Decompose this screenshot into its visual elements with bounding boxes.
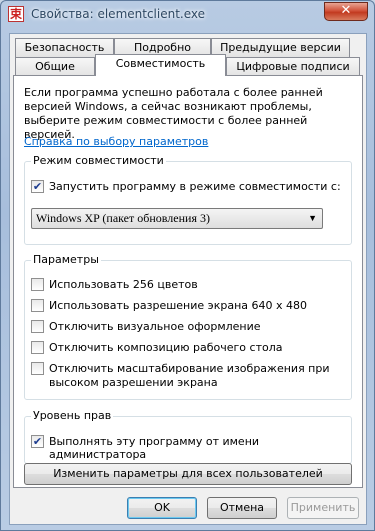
setting-256-colors-label: Использовать 256 цветов [49, 278, 198, 291]
compat-mode-title: Режим совместимости [31, 154, 166, 167]
setting-640x480-checkbox[interactable] [31, 299, 44, 312]
settings-group: Параметры Использовать 256 цветов Исполь… [24, 253, 352, 400]
tab-compatibility[interactable]: Совместимость [95, 54, 226, 76]
window-title: Свойства: elementclient.exe [31, 7, 206, 21]
run-as-admin-checkbox[interactable]: ✔ [31, 435, 44, 448]
dialog-client: Безопасность Подробно Предыдущие версии … [9, 33, 367, 525]
tab-general[interactable]: Общие [15, 57, 95, 76]
setting-640x480[interactable]: Использовать разрешение экрана 640 x 480 [31, 299, 307, 312]
compatibility-panel: Если программа успешно работала с более … [13, 75, 363, 488]
run-as-admin-row[interactable]: ✔ Выполнять эту программу от имени админ… [31, 435, 351, 461]
intro-text: Если программа успешно работала с более … [24, 86, 323, 141]
setting-disable-dpi-scaling[interactable]: Отключить масштабирование изображения пр… [31, 362, 331, 390]
properties-window: 束 Свойства: elementclient.exe ✕ Безопасн… [0, 0, 375, 531]
tab-digital-signatures[interactable]: Цифровые подписи [226, 57, 360, 76]
setting-disable-themes-label: Отключить визуальное оформление [49, 320, 261, 333]
os-version-value: Windows XP (пакет обновления 3) [36, 211, 210, 225]
chevron-down-icon: ▼ [308, 213, 317, 223]
ok-button[interactable]: OK [127, 497, 197, 519]
help-link[interactable]: Справка по выбору параметров [24, 135, 208, 148]
compat-mode-checkbox-row[interactable]: ✔ Запустить программу в режиме совместим… [31, 180, 341, 193]
compat-mode-group: Режим совместимости ✔ Запустить программ… [24, 154, 352, 245]
apply-button[interactable]: Применить [287, 497, 359, 519]
setting-disable-dpi-scaling-checkbox[interactable] [31, 362, 44, 375]
app-icon: 束 [8, 6, 24, 22]
setting-disable-composition-label: Отключить композицию рабочего стола [49, 341, 283, 354]
compat-mode-checkbox-label: Запустить программу в режиме совместимос… [49, 180, 341, 193]
change-all-users-button[interactable]: Изменить параметры для всех пользователе… [24, 463, 352, 485]
settings-title: Параметры [31, 253, 101, 266]
setting-256-colors[interactable]: Использовать 256 цветов [31, 278, 198, 291]
setting-disable-themes[interactable]: Отключить визуальное оформление [31, 320, 261, 333]
cancel-button[interactable]: Отмена [207, 497, 277, 519]
setting-disable-dpi-scaling-label: Отключить масштабирование изображения пр… [49, 362, 330, 389]
close-button[interactable]: ✕ [324, 2, 368, 21]
tab-previous-versions[interactable]: Предыдущие версии [211, 38, 350, 57]
setting-256-colors-checkbox[interactable] [31, 278, 44, 291]
setting-640x480-label: Использовать разрешение экрана 640 x 480 [49, 299, 307, 312]
compat-mode-checkbox[interactable]: ✔ [31, 180, 44, 193]
setting-disable-composition-checkbox[interactable] [31, 341, 44, 354]
title-bar[interactable]: 束 Свойства: elementclient.exe ✕ [1, 1, 374, 29]
privilege-title: Уровень прав [31, 409, 114, 422]
run-as-admin-label: Выполнять эту программу от имени админис… [49, 435, 260, 461]
os-version-select[interactable]: Windows XP (пакет обновления 3) ▼ [31, 208, 323, 229]
privilege-group: Уровень прав ✔ Выполнять эту программу о… [24, 409, 352, 464]
setting-disable-composition[interactable]: Отключить композицию рабочего стола [31, 341, 283, 354]
setting-disable-themes-checkbox[interactable] [31, 320, 44, 333]
